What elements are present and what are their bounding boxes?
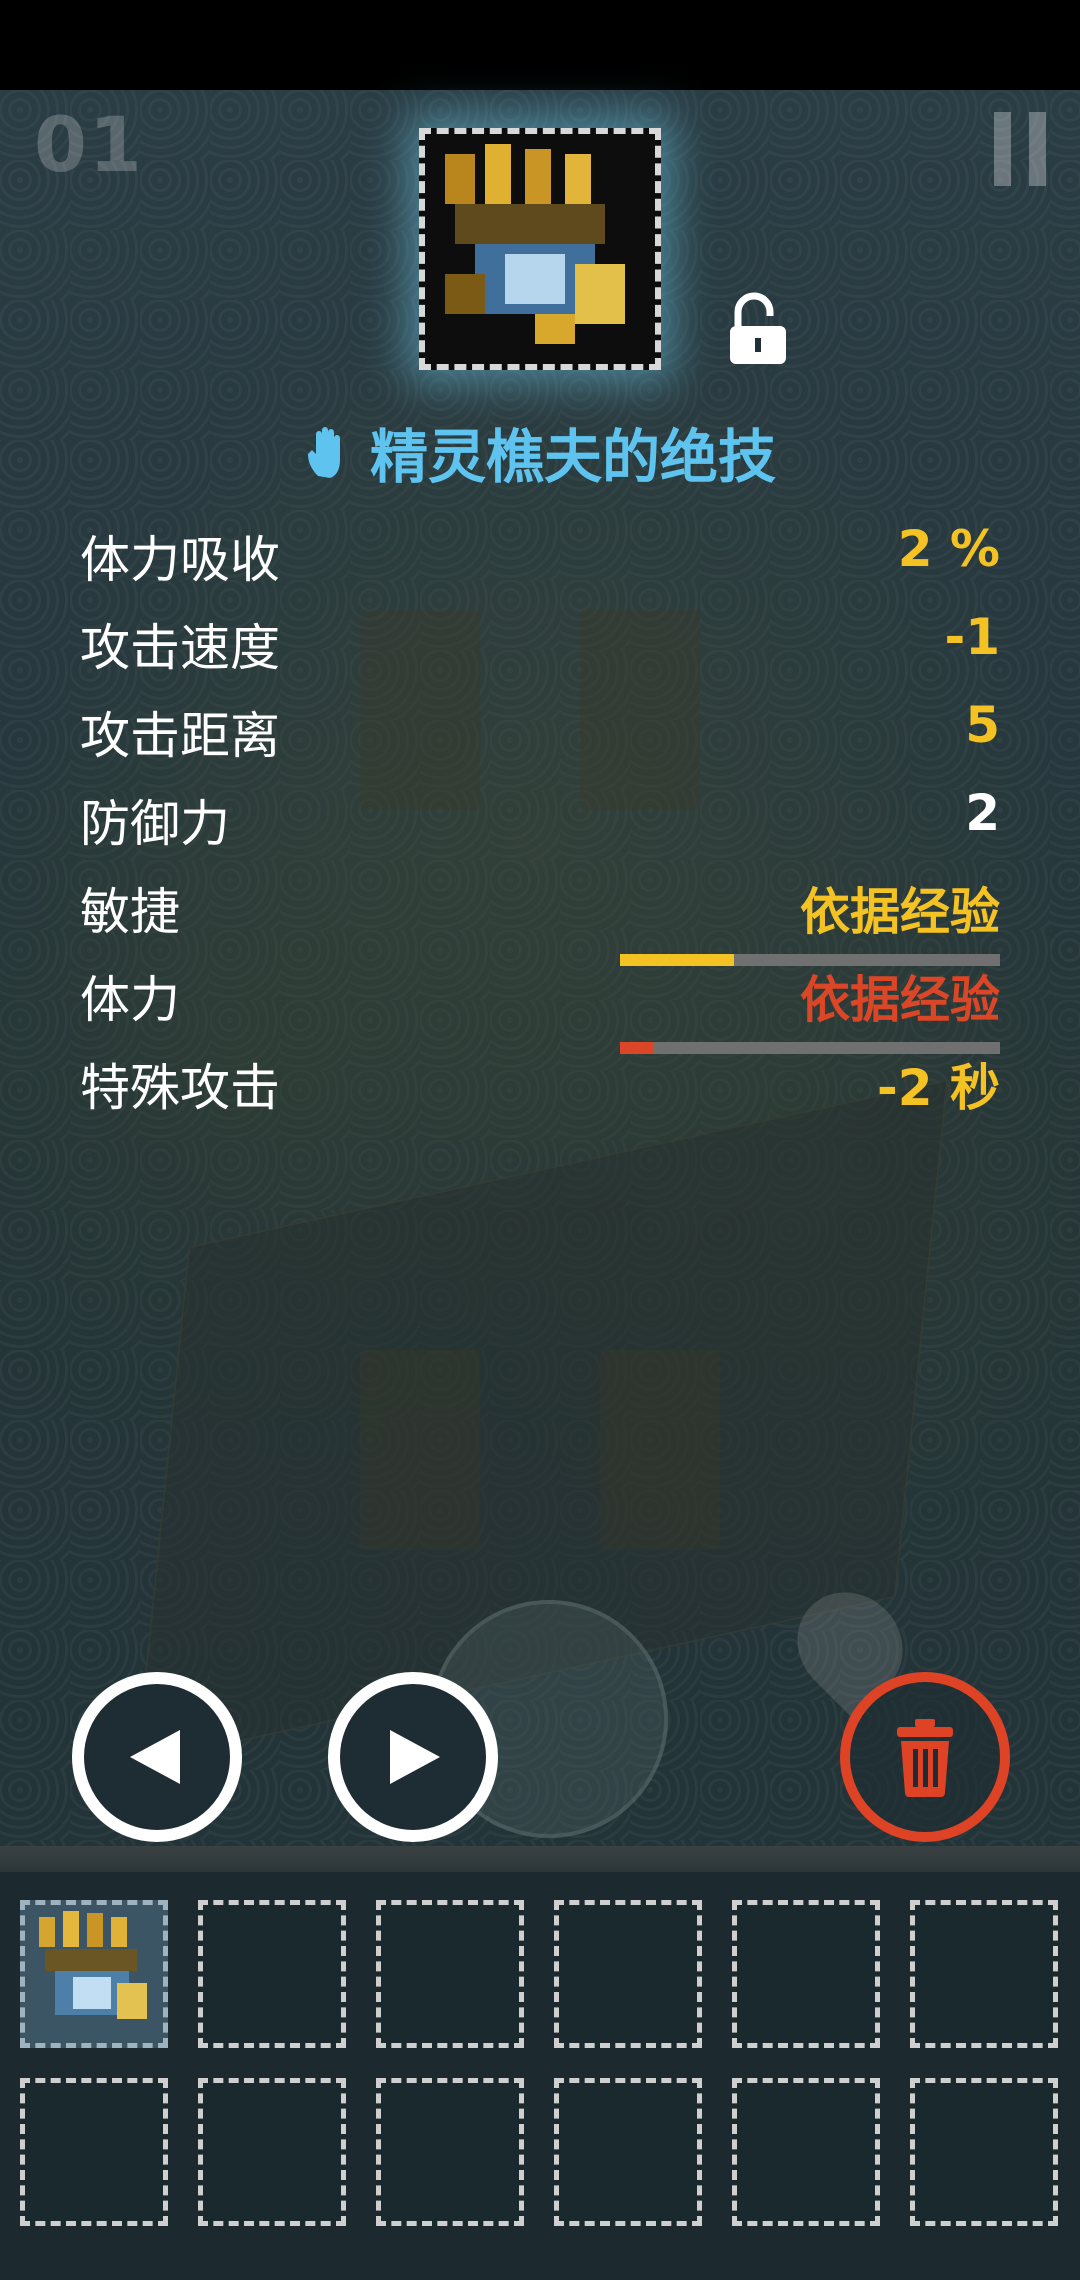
status-bar [0,0,1080,90]
next-item-button[interactable] [328,1672,498,1842]
inventory-slot[interactable] [732,1900,880,2048]
stat-row: 特殊攻击 -2 秒 [80,1048,1000,1118]
inventory-slot[interactable] [198,2078,346,2226]
inventory-slot[interactable] [554,2078,702,2226]
pause-button[interactable] [994,112,1046,186]
stat-label: 体力 [80,971,180,1029]
stat-row: 敏捷 依据经验 [80,872,1000,966]
inventory-slot[interactable] [376,1900,524,2048]
item-portrait [419,128,661,370]
stat-label: 特殊攻击 [80,1059,280,1117]
inventory-slot[interactable] [910,1900,1058,2048]
inventory-slot[interactable] [198,1900,346,2048]
item-name: 精灵樵夫的绝技 [369,423,776,491]
inventory-divider [0,1846,1080,1872]
stat-row: 防御力 2 [80,784,1000,854]
hand-icon [307,427,340,478]
inventory-slot[interactable] [732,2078,880,2226]
stat-row: 攻击距离 5 [80,696,1000,766]
stat-value: 2 % [897,520,1000,578]
claw-weapon-icon [39,1911,147,2019]
level-number: 01 [34,100,144,189]
claw-weapon-icon [425,134,655,364]
stat-value: -2 秒 [877,1059,1000,1117]
inventory-slot[interactable] [376,2078,524,2226]
previous-item-button[interactable] [72,1672,242,1842]
stat-row: 攻击速度 -1 [80,608,1000,678]
stat-value: 5 [965,696,1000,754]
triangle-right-icon [390,1730,440,1784]
stat-value: 2 [965,784,1000,842]
stat-label: 敏捷 [80,883,180,941]
stat-row: 体力吸收 2 % [80,520,1000,590]
inventory-slot[interactable] [910,2078,1058,2226]
stat-label: 攻击速度 [80,619,280,677]
inventory-slot[interactable] [20,2078,168,2226]
trash-icon [897,1719,953,1797]
inventory-slot[interactable] [20,1900,168,2048]
inventory-panel [0,1872,1080,2280]
stat-value: 依据经验 [800,883,1000,941]
delete-item-button[interactable] [840,1672,1010,1842]
item-title: 精灵樵夫的绝技 [0,410,1080,494]
inventory-slot[interactable] [554,1900,702,2048]
stat-label: 攻击距离 [80,707,280,765]
stat-value: 依据经验 [800,971,1000,1029]
scene-pillar [600,1350,720,1550]
stat-label: 体力吸收 [80,531,280,589]
stat-label: 防御力 [80,795,230,853]
scene-pillar [360,1350,480,1550]
stat-row: 体力 依据经验 [80,960,1000,1054]
unlocked-padlock-icon[interactable] [726,292,790,366]
stat-value: -1 [944,608,1000,666]
triangle-left-icon [130,1730,180,1784]
